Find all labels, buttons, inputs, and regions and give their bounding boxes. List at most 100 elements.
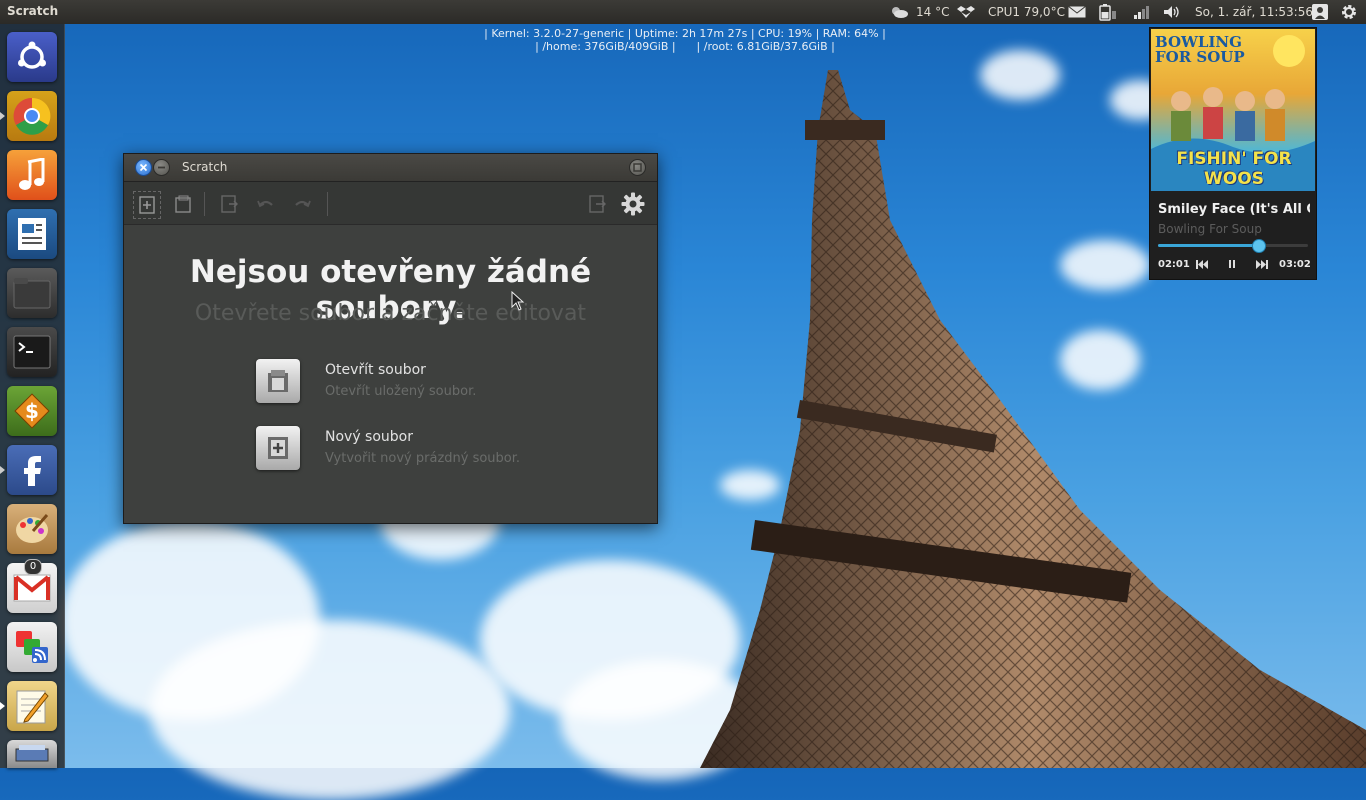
album-art-title-text: FISHIN' FOR WOOS <box>1176 149 1292 189</box>
launcher-item-finance[interactable]: $ <box>7 386 57 436</box>
conky-line-2: | /home: 376GiB/409GiB | | /root: 6.81Gi… <box>535 40 835 53</box>
total-time: 03:02 <box>1279 259 1311 270</box>
cloudy-weather-icon <box>890 4 908 20</box>
date-time: So, 1. zář, 11:53:56 <box>1195 5 1313 19</box>
toolbar-separator <box>204 192 205 216</box>
album-art-band-text: BOWLING FOR SOUP <box>1155 33 1245 66</box>
new-file-action-title[interactable]: Nový soubor <box>325 429 413 445</box>
network-indicator[interactable] <box>1133 0 1151 24</box>
redo-icon <box>295 200 311 208</box>
ubuntu-logo-icon <box>18 41 46 69</box>
next-track-icon <box>1256 259 1268 269</box>
envelope-icon <box>1068 4 1086 20</box>
notepad-pencil-icon <box>16 690 49 724</box>
open-file-action-desc: Otevřít uložený soubor. <box>325 384 477 399</box>
launcher-item-gmail[interactable]: 0 <box>7 559 57 613</box>
welcome-subtitle: Otevřete soubor a začněte editovat <box>194 301 587 326</box>
save-as-toolbar-button[interactable] <box>217 191 243 217</box>
launcher-item-chrome[interactable] <box>7 91 57 141</box>
mouse-cursor-icon <box>511 291 525 311</box>
conky-system-monitor: | Kernel: 3.2.0-27-generic | Uptime: 2h … <box>480 27 890 53</box>
launcher-item-paint[interactable] <box>7 504 57 554</box>
launcher-item-facebook[interactable] <box>7 445 57 495</box>
top-panel: Scratch 14 °C CPU1 79,0°C So, 1. zář, 11… <box>0 0 1366 24</box>
conky-line-1: | Kernel: 3.2.0-27-generic | Uptime: 2h … <box>484 27 886 40</box>
album-art: BOWLING FOR SOUP FISHIN' FOR WOOS <box>1151 29 1315 191</box>
settings-button[interactable] <box>620 191 646 217</box>
playback-progress-slider[interactable] <box>1158 239 1308 253</box>
user-icon <box>1311 4 1329 20</box>
facebook-icon <box>24 456 41 486</box>
cpu-temperature: CPU1 79,0°C <box>988 5 1065 19</box>
maximize-icon <box>633 163 642 172</box>
minimize-icon <box>158 166 165 169</box>
pause-button[interactable] <box>1224 257 1240 271</box>
session-indicator[interactable] <box>1340 0 1358 24</box>
user-indicator[interactable] <box>1311 0 1329 24</box>
dropbox-indicator[interactable] <box>957 0 975 24</box>
band-figures <box>1171 87 1285 141</box>
battery-icon <box>1098 4 1116 21</box>
speaker-icon <box>1163 4 1181 20</box>
playback-progress-knob[interactable] <box>1251 239 1266 253</box>
maximize-button[interactable] <box>629 159 646 176</box>
dollar-icon: $ <box>14 393 50 429</box>
window-titlebar[interactable]: Scratch <box>124 154 657 182</box>
signal-bars-icon <box>1133 4 1151 20</box>
new-file-action-desc: Vytvořit nový prázdný soubor. <box>325 451 521 466</box>
gear-icon <box>621 192 645 216</box>
active-app-title: Scratch <box>7 4 59 18</box>
new-file-action-icon[interactable] <box>256 426 300 470</box>
share-toolbar-button[interactable] <box>585 191 611 217</box>
launcher-item-rss-reader[interactable] <box>7 622 57 672</box>
new-file-toolbar-button[interactable] <box>133 191 161 219</box>
dropbox-icon <box>957 4 975 20</box>
battery-indicator[interactable] <box>1098 0 1116 24</box>
writer-document-icon <box>18 218 46 250</box>
weather-temperature: 14 °C <box>916 5 950 19</box>
pause-icon <box>1229 260 1235 268</box>
weather-indicator[interactable]: 14 °C <box>890 0 949 24</box>
sound-indicator[interactable] <box>1163 0 1181 24</box>
launcher-item-scanner[interactable] <box>7 740 57 768</box>
open-file-action-icon[interactable] <box>256 359 300 403</box>
launcher-item-music-player[interactable] <box>7 150 57 200</box>
song-artist: Bowling For Soup <box>1158 222 1262 236</box>
welcome-view: Nejsou otevřeny žádné soubory. Otevřete … <box>124 225 657 523</box>
playback-progress-fill <box>1158 244 1258 247</box>
window-title: Scratch <box>182 160 228 174</box>
redo-button[interactable] <box>289 191 315 217</box>
paint-palette-icon <box>16 514 49 543</box>
launcher-item-scratch[interactable] <box>7 681 57 731</box>
new-document-icon <box>139 196 155 214</box>
minimize-button[interactable] <box>153 159 170 176</box>
scanner-icon <box>15 745 49 762</box>
scratch-window: Scratch Nejsou otevřeny žádné soubory. O… <box>123 153 658 524</box>
undo-button[interactable] <box>253 191 279 217</box>
mail-indicator[interactable] <box>1068 0 1086 24</box>
launcher-item-libreoffice-writer[interactable] <box>7 209 57 259</box>
close-button[interactable] <box>135 159 152 176</box>
launcher-item-ubuntu-dash[interactable] <box>7 32 57 82</box>
previous-track-button[interactable] <box>1194 257 1210 271</box>
toolbar-separator <box>327 192 328 216</box>
song-title: Smiley Face (It's All G <box>1158 202 1310 217</box>
close-icon <box>139 163 148 172</box>
rss-feed-icon <box>16 631 48 663</box>
open-file-action-title[interactable]: Otevřít soubor <box>325 362 426 378</box>
cpu-temp-indicator[interactable]: CPU1 79,0°C <box>988 0 1065 24</box>
launcher: $ 0 <box>0 24 65 768</box>
elapsed-time: 02:01 <box>1158 259 1190 270</box>
terminal-icon <box>13 335 51 369</box>
open-file-icon <box>175 195 191 213</box>
clock-indicator[interactable]: So, 1. zář, 11:53:56 <box>1195 0 1313 24</box>
open-file-toolbar-button[interactable] <box>170 191 196 217</box>
music-note-icon <box>19 158 45 190</box>
launcher-item-terminal[interactable] <box>7 327 57 377</box>
launcher-item-files[interactable] <box>7 268 57 318</box>
next-track-button[interactable] <box>1254 257 1270 271</box>
previous-track-icon <box>1196 259 1208 269</box>
toolbar <box>124 182 657 225</box>
undo-icon <box>257 200 273 208</box>
chrome-icon <box>13 97 51 135</box>
